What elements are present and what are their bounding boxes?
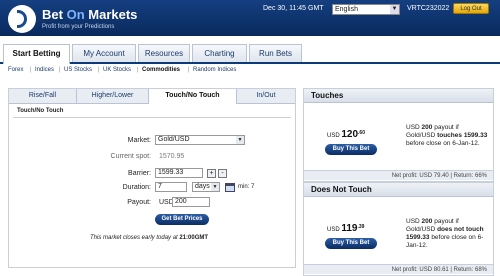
subnav-random-indices[interactable]: Random Indices [193, 64, 236, 76]
price-currency: USD [327, 133, 340, 139]
touches-footer: Net profit: USD 79.40 | Return: 66% [304, 170, 493, 180]
barrier-input[interactable]: 1599.33 [155, 168, 203, 178]
subnav-forex[interactable]: Forex [8, 64, 23, 76]
payout-label: Payout: [127, 199, 151, 206]
main-tabs: Start Betting My Account Resources Chart… [0, 44, 500, 64]
language-value: English [335, 6, 358, 13]
touches-description: USD 200 payout if Gold/USD touches 1599.… [406, 124, 488, 148]
card-title: Touches [304, 89, 493, 103]
market-close-note: This market closes early today at 21:00G… [90, 235, 208, 241]
desc-verb: touches [437, 132, 462, 139]
price-decimal: .39 [357, 224, 365, 230]
current-spot-label: Current spot: [110, 153, 151, 160]
market-label: Market: [127, 137, 151, 144]
duration-value: 7 [158, 183, 162, 190]
buy-touches-button[interactable]: Buy This Bet [325, 144, 377, 155]
calendar-icon[interactable] [225, 183, 235, 192]
site-header: Bet On Markets Profit from your Predicti… [0, 0, 500, 36]
tab-in-out[interactable]: In/Out [237, 89, 295, 103]
barrier-minus-button[interactable]: - [218, 169, 227, 178]
barrier-label: Barrier: [128, 170, 151, 177]
payout-value: 200 [175, 198, 187, 205]
desc-amount: 200 [421, 124, 433, 131]
tab-higher-lower[interactable]: Higher/Lower [77, 89, 149, 103]
buy-no-touch-button[interactable]: Buy This Bet [325, 238, 377, 249]
subnav-indices[interactable]: Indices [35, 64, 54, 76]
desc-barrier: 1599.33 [463, 132, 488, 139]
desc-currency: USD [406, 124, 420, 131]
account-id: VRTC232022 [407, 5, 450, 12]
card-title: Does Not Touch [304, 183, 493, 197]
touches-card: Touches USD 120.60 Buy This Bet USD 200 … [303, 88, 494, 182]
desc-expiry: before close on 6-Jan-12. [406, 140, 480, 147]
barrier-plus-button[interactable]: + [207, 169, 216, 178]
logo-icon[interactable] [8, 5, 36, 33]
desc-barrier: 1599.33 [406, 234, 430, 241]
chevron-down-icon: ▼ [236, 136, 244, 144]
divider [13, 117, 291, 118]
duration-label: Duration: [122, 184, 151, 191]
subnav-uk-stocks[interactable]: UK Stocks [103, 64, 131, 76]
tab-charting[interactable]: Charting [192, 44, 247, 62]
duration-min: min: 7 [238, 184, 255, 190]
tab-my-account[interactable]: My Account [72, 44, 136, 62]
tab-start-betting[interactable]: Start Betting [3, 44, 70, 64]
subnav-us-stocks[interactable]: US Stocks [64, 64, 92, 76]
market-subnav: Forex | Indices | US Stocks | UK Stocks … [0, 64, 500, 76]
brand-name[interactable]: Bet On Markets [42, 7, 137, 22]
bet-form-panel: Rise/Fall Higher/Lower Touch/No Touch In… [8, 88, 296, 268]
barrier-value: 1599.33 [158, 169, 184, 176]
tab-run-bets[interactable]: Run Bets [249, 44, 302, 62]
note-time: 21:00GMT [179, 235, 209, 241]
price-decimal: .60 [358, 130, 365, 136]
brand-bet: Bet [42, 7, 63, 22]
subnav-commodities[interactable]: Commodities [142, 64, 180, 76]
touches-price: USD 120.60 [327, 129, 365, 140]
price-currency: USD [327, 227, 340, 233]
language-select[interactable]: English ▼ [332, 4, 400, 15]
section-title: Touch/No Touch [17, 108, 64, 114]
brand-markets: Markets [88, 7, 138, 22]
market-value: Gold/USD [158, 136, 190, 143]
no-touch-price: USD 119.39 [327, 223, 364, 234]
price-main: 119 [341, 223, 358, 234]
tab-resources[interactable]: Resources [138, 44, 190, 62]
no-touch-description: USD 200 payout if Gold/USD does not touc… [406, 218, 488, 250]
desc-currency: USD [406, 218, 420, 225]
market-select[interactable]: Gold/USD ▼ [155, 135, 245, 145]
tab-touch-no-touch[interactable]: Touch/No Touch [149, 89, 237, 104]
price-main: 120 [341, 129, 359, 140]
get-bet-prices-button[interactable]: Get Bet Prices [155, 214, 209, 225]
tagline: Profit from your Predictions [42, 24, 115, 30]
tab-rise-fall[interactable]: Rise/Fall [9, 89, 77, 103]
desc-verb: does not touch [437, 226, 484, 233]
payout-input[interactable]: 200 [172, 197, 210, 207]
duration-unit-select[interactable]: days ▼ [192, 182, 220, 192]
bet-type-tabs: Rise/Fall Higher/Lower Touch/No Touch In… [9, 89, 295, 104]
server-datetime: Dec 30, 11:45 GMT [263, 5, 324, 12]
duration-input[interactable]: 7 [155, 182, 187, 192]
no-touch-footer: Net profit: USD 80.61 | Return: 68% [304, 264, 493, 274]
duration-unit-value: days [195, 183, 210, 190]
logout-button[interactable]: Log Out [453, 3, 489, 14]
chevron-down-icon: ▼ [211, 183, 219, 191]
note-text: This market closes early today at [90, 235, 178, 241]
chevron-down-icon: ▼ [390, 5, 399, 14]
current-spot-value: 1570.95 [159, 153, 185, 160]
does-not-touch-card: Does Not Touch USD 119.39 Buy This Bet U… [303, 182, 494, 276]
desc-amount: 200 [421, 218, 433, 225]
brand-on: On [66, 7, 85, 22]
